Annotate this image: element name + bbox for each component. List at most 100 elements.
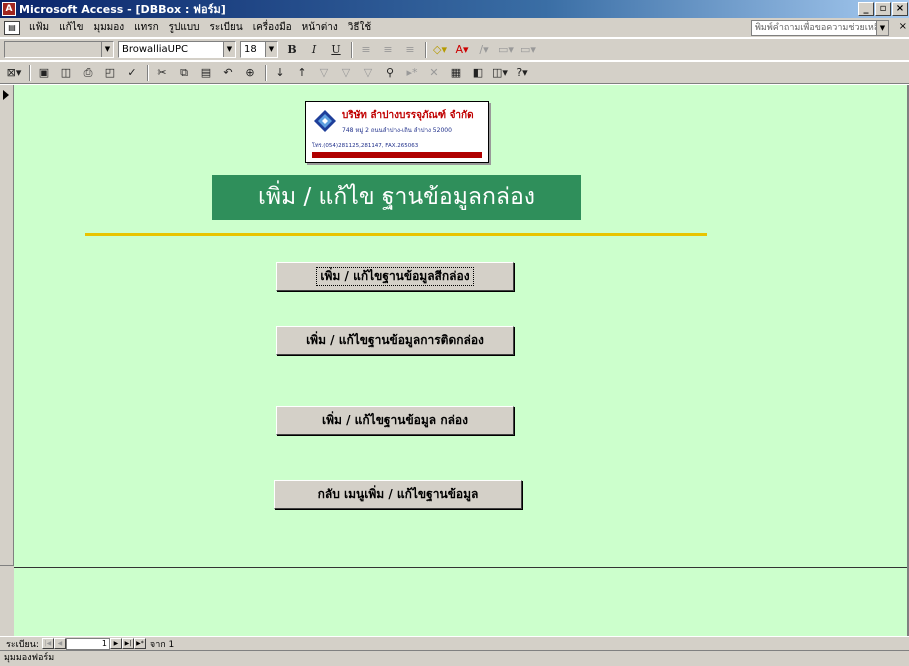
- font-size-value: 18: [244, 44, 257, 55]
- form-canvas: บริษัท ลำปางบรรจุภัณฑ์ จำกัด 748 หมู่ 2 …: [0, 85, 909, 636]
- toolbar-separator: [147, 64, 149, 81]
- font-size-combo[interactable]: 18 ▼: [240, 41, 278, 58]
- filter-selection-icon[interactable]: ▽: [314, 64, 334, 82]
- save-icon[interactable]: ▣: [34, 64, 54, 82]
- align-center-icon[interactable]: ≡: [378, 41, 398, 59]
- undo-icon[interactable]: ↶: [218, 64, 238, 82]
- help-question-input[interactable]: พิมพ์คำถามเพื่อขอความช่วยเหลือ ▼: [751, 20, 889, 36]
- font-name-value: BrowalliaUPC: [122, 44, 188, 55]
- print-preview-icon[interactable]: ◰: [100, 64, 120, 82]
- button-label: กลับ เมนูเพิ่ม / แก้ไขฐานข้อมูล: [317, 487, 479, 501]
- chevron-down-icon[interactable]: ▼: [101, 42, 113, 57]
- sort-descending-icon[interactable]: ↑: [292, 64, 312, 82]
- line-color-icon[interactable]: ∕▾: [474, 41, 494, 59]
- object-combo[interactable]: ▼: [4, 41, 114, 58]
- record-count: จาก 1: [149, 639, 175, 650]
- button-label: เพิ่ม / แก้ไขฐานข้อมูลสีกล่อง: [316, 267, 474, 286]
- logo-red-bar: [312, 152, 482, 158]
- form-doc-icon[interactable]: ▤: [4, 20, 20, 35]
- apply-filter-icon[interactable]: ▽: [358, 64, 378, 82]
- formatting-toolbar: ▼ BrowalliaUPC ▼ 18 ▼ B I U ≡ ≡ ≡ ◇▾ A▾ …: [0, 39, 909, 61]
- toolbar-separator: [425, 41, 427, 58]
- restore-button[interactable]: ▫: [875, 2, 891, 16]
- menu-file[interactable]: แฟ้ม: [24, 20, 54, 35]
- menu-bar: ▤ แฟ้ม แก้ไข มุมมอง แทรก รูปแบบ ระเบียน …: [0, 18, 909, 38]
- italic-button[interactable]: I: [304, 41, 324, 59]
- record-navigation-bar: ระเบียน: |◀ ◀ 1 ▶ ▶| ▶* จาก 1: [0, 636, 909, 650]
- paste-icon[interactable]: ▤: [196, 64, 216, 82]
- new-object-icon[interactable]: ◫▾: [490, 64, 510, 82]
- menu-tools[interactable]: เครื่องมือ: [248, 20, 297, 35]
- minimize-button[interactable]: _: [858, 2, 874, 16]
- menu-insert[interactable]: แทรก: [129, 20, 163, 35]
- menu-format[interactable]: รูปแบบ: [164, 20, 205, 35]
- spelling-icon[interactable]: ✓: [122, 64, 142, 82]
- properties-icon[interactable]: ▦: [446, 64, 466, 82]
- current-record-field[interactable]: 1: [65, 637, 110, 650]
- status-text: มุมมองฟอร์ม: [4, 653, 55, 663]
- menu-view[interactable]: มุมมอง: [89, 20, 130, 35]
- help-placeholder: พิมพ์คำถามเพื่อขอความช่วยเหลือ: [755, 23, 885, 33]
- underline-button[interactable]: U: [326, 41, 346, 59]
- back-to-edit-menu-button[interactable]: กลับ เมนูเพิ่ม / แก้ไขฐานข้อมูล: [274, 480, 522, 509]
- hyperlink-icon[interactable]: ⊕: [240, 64, 260, 82]
- chevron-down-icon[interactable]: ▼: [876, 21, 888, 35]
- last-record-button[interactable]: ▶|: [121, 638, 134, 649]
- bold-button[interactable]: B: [282, 41, 302, 59]
- new-record-button[interactable]: ▶*: [133, 638, 146, 649]
- doc-close-icon[interactable]: ×: [899, 21, 907, 32]
- form-view-toolbar: ⊠▾ ▣ ◫ ⎙ ◰ ✓ ✂ ⧉ ▤ ↶ ⊕ ↓ ↑ ▽ ▽ ▽ ⚲ ▸* ✕ …: [0, 62, 909, 84]
- title-underline: [85, 233, 707, 236]
- company-phone: โทร.(054)281125,281147, FAX.265063: [312, 143, 419, 149]
- edit-box-button[interactable]: เพิ่ม / แก้ไขฐานข้อมูล กล่อง: [276, 406, 514, 435]
- toolbar-separator: [351, 41, 353, 58]
- menu-window[interactable]: หน้าต่าง: [297, 20, 343, 35]
- form-footer-divider: [14, 567, 909, 568]
- find-icon[interactable]: ⚲: [380, 64, 400, 82]
- close-button[interactable]: ×: [892, 2, 908, 16]
- edit-box-color-button[interactable]: เพิ่ม / แก้ไขฐานข้อมูลสีกล่อง: [276, 262, 514, 291]
- view-icon[interactable]: ⊠▾: [4, 64, 24, 82]
- copy-icon[interactable]: ⧉: [174, 64, 194, 82]
- menu-help[interactable]: วิธีใช้: [343, 20, 376, 35]
- company-address: 748 หมู่ 2 ถนนลำปาง-เถิน ลำปาง 52000: [342, 127, 452, 134]
- status-bar: มุมมองฟอร์ม: [0, 650, 909, 666]
- page-title: เพิ่ม / แก้ไข ฐานข้อมูลกล่อง: [212, 175, 581, 220]
- first-record-button[interactable]: |◀: [41, 638, 54, 649]
- align-right-icon[interactable]: ≡: [400, 41, 420, 59]
- company-diamond-icon: [314, 110, 336, 132]
- sort-ascending-icon[interactable]: ↓: [270, 64, 290, 82]
- cut-icon[interactable]: ✂: [152, 64, 172, 82]
- access-icon[interactable]: A: [2, 2, 16, 16]
- edit-box-attachment-button[interactable]: เพิ่ม / แก้ไขฐานข้อมูลการติดกล่อง: [276, 326, 514, 355]
- company-name: บริษัท ลำปางบรรจุภัณฑ์ จำกัด: [342, 110, 474, 121]
- previous-record-button[interactable]: ◀: [53, 638, 66, 649]
- file-search-icon[interactable]: ◫: [56, 64, 76, 82]
- record-label: ระเบียน:: [6, 639, 39, 650]
- fill-color-icon[interactable]: ◇▾: [430, 41, 450, 59]
- font-name-combo[interactable]: BrowalliaUPC ▼: [118, 41, 236, 58]
- toolbar-separator: [29, 64, 31, 81]
- title-bar: A Microsoft Access - [DBBox : ฟอร์ม] _ ▫…: [0, 0, 909, 18]
- special-effect-icon[interactable]: ▭▾: [518, 41, 538, 59]
- record-selector-footer: [0, 565, 14, 636]
- font-color-icon[interactable]: A▾: [452, 41, 472, 59]
- record-selector[interactable]: [0, 85, 14, 636]
- toolbar-separator: [265, 64, 267, 81]
- print-icon[interactable]: ⎙: [78, 64, 98, 82]
- database-window-icon[interactable]: ◧: [468, 64, 488, 82]
- button-label: เพิ่ม / แก้ไขฐานข้อมูลการติดกล่อง: [306, 333, 484, 347]
- menu-edit[interactable]: แก้ไข: [54, 20, 88, 35]
- delete-record-icon[interactable]: ✕: [424, 64, 444, 82]
- menu-records[interactable]: ระเบียน: [205, 20, 248, 35]
- chevron-down-icon[interactable]: ▼: [223, 42, 235, 57]
- align-left-icon[interactable]: ≡: [356, 41, 376, 59]
- company-logo: บริษัท ลำปางบรรจุภัณฑ์ จำกัด 748 หมู่ 2 …: [305, 101, 489, 163]
- chevron-down-icon[interactable]: ▼: [265, 42, 277, 57]
- next-record-button[interactable]: ▶: [109, 638, 122, 649]
- help-icon[interactable]: ?▾: [512, 64, 532, 82]
- line-width-icon[interactable]: ▭▾: [496, 41, 516, 59]
- filter-form-icon[interactable]: ▽: [336, 64, 356, 82]
- new-record-icon[interactable]: ▸*: [402, 64, 422, 82]
- window-title: Microsoft Access - [DBBox : ฟอร์ม]: [19, 3, 226, 16]
